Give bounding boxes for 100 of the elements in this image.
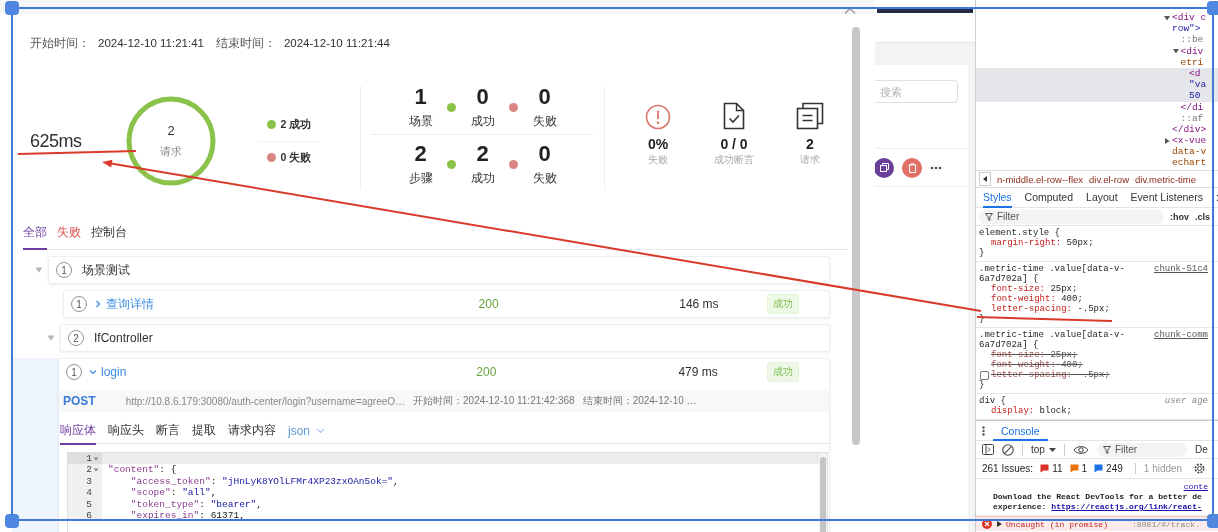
time-value: 2024-12-10 11:21:44 xyxy=(283,37,390,49)
search-field[interactable]: 搜索 xyxy=(875,80,958,103)
detail-tab[interactable]: 提取 xyxy=(192,418,216,445)
step-row[interactable]: 2 IfController xyxy=(60,324,830,352)
status-dot xyxy=(509,159,518,169)
duration: 625ms xyxy=(30,130,83,152)
count-value: 2 xyxy=(414,143,427,165)
sidebar-icon[interactable] xyxy=(982,444,994,455)
fold-icon[interactable] xyxy=(93,468,99,473)
breadcrumb[interactable]: n-middle.el-row--flex xyxy=(997,173,1084,185)
step-title: 查询详情 xyxy=(106,295,154,313)
legend-label: 2 成功 xyxy=(280,117,312,132)
scrollbar-thumb[interactable] xyxy=(820,457,826,532)
copy-button[interactable] xyxy=(875,157,894,178)
ring-label: 请求 xyxy=(160,145,182,159)
warning-icon xyxy=(1069,464,1079,473)
caret-icon xyxy=(1048,447,1056,452)
dom-node[interactable]: <x-vue data-v echart xyxy=(976,135,1218,169)
chevron-icon xyxy=(316,428,325,434)
more-icon[interactable] xyxy=(930,165,942,170)
css-declaration: font-weight: 400; xyxy=(991,294,1083,304)
status-code: 200 xyxy=(476,365,497,379)
message-link[interactable]: https://reactjs.org/link/react- xyxy=(1051,502,1202,511)
dom-node[interactable]: <d "va 50 xyxy=(976,67,1218,102)
levels-select[interactable]: De xyxy=(1194,444,1208,455)
panel-tab[interactable]: Event Listeners xyxy=(1130,187,1203,208)
dom-node[interactable]: ::be xyxy=(976,34,1218,46)
http-method: POST xyxy=(63,394,96,408)
dom-node[interactable]: ::af xyxy=(976,112,1218,124)
resize-handle[interactable] xyxy=(1207,1,1218,15)
line-number: 3 xyxy=(86,475,92,488)
settings-icon[interactable] xyxy=(1194,463,1206,474)
class-toggle[interactable]: .cls xyxy=(1195,211,1210,222)
tab[interactable]: 全部 xyxy=(23,220,47,250)
clear-icon[interactable] xyxy=(1002,443,1014,456)
detail-tab[interactable]: 响应头 xyxy=(108,418,144,445)
dom-node[interactable]: </di xyxy=(976,101,1218,113)
scrollbar-thumb[interactable] xyxy=(852,27,860,445)
filter-icon xyxy=(1102,445,1111,454)
hover-toggle[interactable]: :hov xyxy=(1170,211,1189,222)
detail-tab[interactable]: 断言 xyxy=(156,418,180,445)
chevron-icon[interactable] xyxy=(94,300,102,308)
resize-handle[interactable] xyxy=(1207,514,1218,528)
filter-field[interactable]: Filter xyxy=(1096,442,1187,457)
kebab-menu-icon[interactable] xyxy=(982,425,985,436)
document-check-icon xyxy=(723,102,745,130)
issue-count: 1 xyxy=(1081,463,1088,474)
copy-icon xyxy=(879,163,889,172)
status-code: 200 xyxy=(478,297,499,311)
context-select[interactable]: top xyxy=(1031,444,1056,455)
status-dot xyxy=(447,159,456,169)
css-brace: } xyxy=(979,380,985,390)
detail-tab[interactable]: 响应体 xyxy=(60,418,96,445)
dom-node[interactable]: <div etri xyxy=(976,45,1218,68)
panel-tab[interactable]: Layout xyxy=(1086,187,1118,208)
issues-label: 261 Issues: xyxy=(982,463,1034,474)
metric-value: 0% xyxy=(647,136,669,152)
status-dot xyxy=(509,102,518,112)
dom-node[interactable]: </div> xyxy=(976,123,1218,136)
scroll-left-button[interactable] xyxy=(979,172,991,186)
resize-handle[interactable] xyxy=(5,1,19,15)
breadcrumb[interactable]: div.el-row xyxy=(1089,173,1129,185)
detail-tab[interactable]: 请求内容 xyxy=(228,418,276,445)
css-declaration: margin-right: 50px; xyxy=(991,238,1094,248)
source-link[interactable]: chunk-comm xyxy=(1154,330,1208,350)
dom-node[interactable]: <div c row"> xyxy=(976,12,1218,35)
step-row[interactable] xyxy=(58,358,830,532)
tab[interactable]: 控制台 xyxy=(91,220,127,250)
step-row[interactable]: 1 查询详情 200 146 ms 成功 xyxy=(63,290,830,318)
expand-icon[interactable] xyxy=(997,521,1002,527)
source-link[interactable]: conte xyxy=(1183,482,1208,491)
panel-tab[interactable]: Styles xyxy=(983,187,1012,208)
chevron-icon[interactable] xyxy=(89,368,97,376)
disclosure-icon[interactable] xyxy=(1164,137,1170,144)
resize-handle[interactable] xyxy=(5,514,19,528)
source-link[interactable]: chunk-51c4 xyxy=(1154,264,1208,284)
caret-icon[interactable] xyxy=(35,267,43,273)
filter-icon xyxy=(985,212,993,221)
legend-label: 0 失败 xyxy=(280,150,312,165)
console-message: experience: xyxy=(993,502,1048,511)
filter-field[interactable]: Filter xyxy=(979,209,1164,224)
markup-text: "va xyxy=(1189,79,1207,91)
disclosure-icon[interactable] xyxy=(1172,48,1179,55)
delete-button[interactable] xyxy=(902,157,922,178)
disclosure-icon[interactable] xyxy=(1164,14,1170,21)
line-number: 4 xyxy=(86,487,92,499)
count-label: 成功 xyxy=(470,171,495,185)
eye-icon[interactable] xyxy=(1072,444,1089,455)
time-value: 2024-12-10 11:21:41 xyxy=(98,37,204,49)
breadcrumb[interactable]: div.metric-time xyxy=(1135,173,1197,185)
panel-tab[interactable]: Computed xyxy=(1024,187,1074,208)
count-label: 场景 xyxy=(408,114,433,128)
close-icon[interactable] xyxy=(844,7,856,14)
request-time: 开始时间：2024-12-10 11:21:42:368 xyxy=(413,394,575,408)
caret-icon[interactable] xyxy=(47,335,55,341)
console-tab[interactable]: Console xyxy=(993,420,1048,441)
fold-icon[interactable] xyxy=(93,456,99,461)
count-label: 成功 xyxy=(470,114,495,128)
step-row[interactable]: 1 场景测试 xyxy=(48,256,830,284)
tab[interactable]: 失败 xyxy=(57,220,81,250)
